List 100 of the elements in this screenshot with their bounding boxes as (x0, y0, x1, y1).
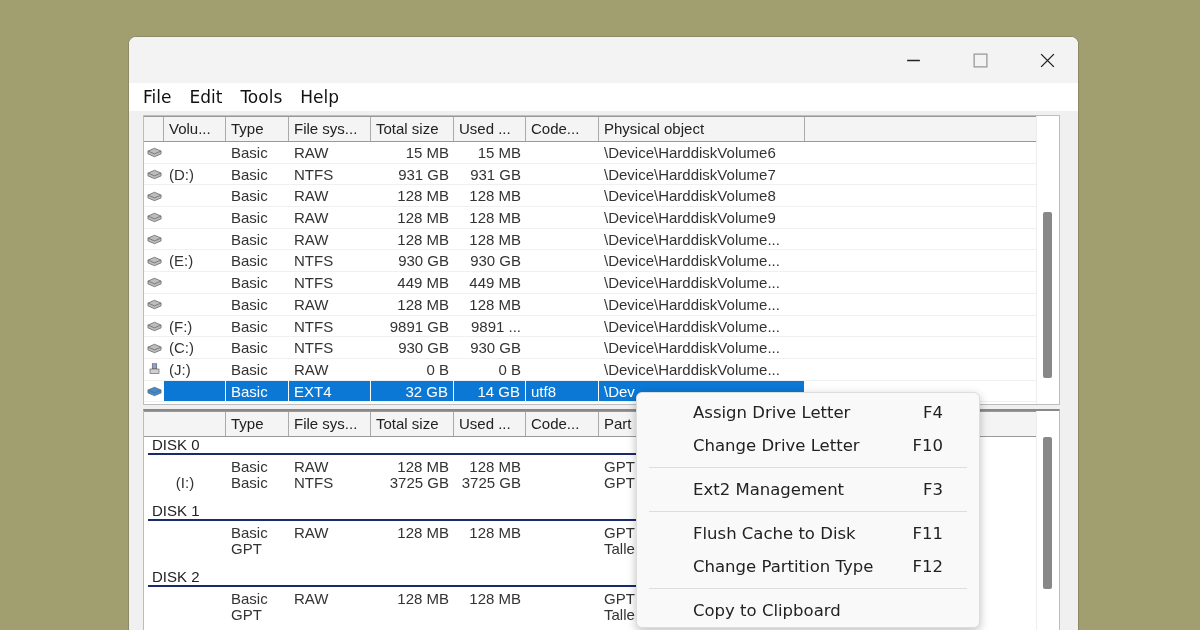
drive-icon (146, 319, 162, 332)
table-cell: RAW (294, 295, 329, 313)
volume-row[interactable]: (J:) Basic RAW 0 B 0 B \Device\HarddiskVolume... (144, 358, 1036, 381)
table-cell: 931 GB (398, 165, 449, 183)
column-header[interactable]: Used ... (454, 117, 526, 141)
table-cell: 3725 GB (461, 475, 521, 491)
column-header[interactable]: Total size (371, 117, 454, 141)
table-cell: 15 MB (477, 144, 521, 161)
usb-drive-icon (146, 363, 162, 376)
table-cell: Basic (231, 339, 268, 357)
table-cell: 128 MB (469, 459, 521, 475)
volume-row[interactable]: Basic RAW 15 MB 15 MB \Device\HarddiskVolume6 (144, 142, 1036, 164)
table-cell: Basic (231, 144, 268, 161)
table-cell: 14 GB (477, 382, 520, 400)
table-cell: \Device\HarddiskVolume7 (604, 165, 776, 183)
volume-row[interactable]: Basic NTFS 449 MB 449 MB \Device\HarddiskVolume... (144, 272, 1036, 294)
table-cell: Basic (231, 591, 268, 607)
table-cell: (I:) (175, 475, 195, 491)
menu-item[interactable]: Edit (189, 87, 239, 107)
table-cell: 3725 GB (389, 475, 449, 491)
volume-row[interactable]: (D:) Basic NTFS 931 GB 931 GB \Device\HarddiskVolume7 (144, 163, 1036, 186)
table-cell: NTFS (294, 317, 334, 335)
drive-icon (146, 276, 162, 289)
table-cell: 9891 GB (389, 317, 449, 335)
column-header[interactable]: Code... (526, 412, 599, 436)
close-icon[interactable] (1039, 51, 1056, 69)
table-cell: 128 MB (469, 591, 521, 607)
table-cell: \Dev (604, 382, 635, 400)
table-cell: Basic (231, 459, 268, 475)
table-cell: RAW (294, 360, 329, 378)
table-cell: EXT4 (294, 382, 332, 400)
table-cell: utf8 (531, 382, 557, 400)
menu-item[interactable]: Help (300, 87, 356, 107)
table-cell: 32 GB (405, 382, 448, 400)
table-cell: 128 MB (469, 209, 521, 227)
context-menu-item[interactable]: Ext2 Management F3 (637, 473, 979, 506)
table-cell: Basic (231, 295, 268, 313)
column-header[interactable]: Type (226, 412, 289, 436)
table-cell: Basic (231, 230, 268, 248)
context-menu-item[interactable]: Copy to Clipboard (637, 594, 979, 627)
table-cell: \Device\HarddiskVolume... (604, 317, 780, 335)
drive-icon (146, 189, 162, 202)
scrollbar-thumb[interactable] (1043, 212, 1052, 378)
volume-row[interactable]: (E:) Basic NTFS 930 GB 930 GB \Device\HarddiskVolume... (144, 250, 1036, 273)
table-cell: Basic (231, 360, 268, 378)
table-cell: RAW (294, 144, 329, 161)
table-cell: \Device\HarddiskVolume... (604, 252, 780, 270)
table-cell: (C:) (169, 339, 194, 357)
volume-row[interactable]: Basic RAW 128 MB 128 MB \Device\HarddiskVolume9 (144, 207, 1036, 229)
volume-row[interactable]: (C:) Basic NTFS 930 GB 930 GB \Device\HarddiskVolume... (144, 337, 1036, 359)
table-cell: \Device\HarddiskVolume9 (604, 209, 776, 227)
table-cell: RAW (294, 209, 329, 227)
drive-icon (146, 384, 162, 397)
table-cell: 128 MB (397, 230, 449, 248)
table-cell: 128 MB (397, 187, 449, 205)
column-header[interactable]: File sys... (289, 412, 371, 436)
table-cell: 128 MB (397, 591, 449, 607)
table-cell: RAW (294, 187, 329, 205)
table-cell: RAW (294, 230, 329, 248)
table-cell: 128 MB (397, 525, 449, 541)
table-cell: 128 MB (397, 295, 449, 313)
table-cell: NTFS (294, 274, 334, 292)
column-header[interactable]: Volu... (164, 117, 226, 141)
table-cell: 128 MB (469, 525, 521, 541)
table-cell: 128 MB (397, 209, 449, 227)
table-cell: GPT (231, 607, 262, 623)
table-cell: 128 MB (469, 295, 521, 313)
table-cell: 930 GB (470, 252, 521, 270)
menu-item[interactable]: File (143, 87, 188, 107)
volume-row[interactable]: Basic RAW 128 MB 128 MB \Device\HarddiskVolume... (144, 228, 1036, 251)
menu-item[interactable]: Tools (240, 87, 299, 107)
volume-row[interactable]: Basic RAW 128 MB 128 MB \Device\HarddiskVolume8 (144, 185, 1036, 208)
table-cell: 128 MB (469, 230, 521, 248)
table-cell: 128 MB (469, 187, 521, 205)
drive-icon (146, 341, 162, 354)
drive-icon (146, 298, 162, 311)
table-cell: 9891 ... (470, 317, 521, 335)
table-cell: (D:) (169, 165, 194, 183)
volume-row[interactable]: Basic RAW 128 MB 128 MB \Device\HarddiskVolume... (144, 293, 1036, 316)
column-header[interactable]: Type (226, 117, 289, 141)
table-cell: Talle (604, 541, 635, 557)
table-cell: NTFS (294, 475, 334, 491)
table-cell: (F:) (169, 317, 193, 335)
table-cell: RAW (294, 591, 329, 607)
table-cell: 15 MB (405, 144, 449, 161)
table-cell: \Device\HarddiskVolume8 (604, 187, 776, 205)
table-cell: NTFS (294, 165, 334, 183)
volume-row[interactable]: (F:) Basic NTFS 9891 GB 9891 ... \Device\HarddiskVolume... (144, 315, 1036, 338)
scrollbar-thumb[interactable] (1043, 437, 1052, 589)
table-cell: (E:) (169, 252, 194, 270)
column-header[interactable]: Physical object (599, 117, 805, 141)
table-cell: 930 GB (398, 339, 449, 357)
table-cell: (J:) (169, 360, 191, 378)
drive-icon (146, 233, 162, 246)
column-header[interactable]: Used ... (454, 412, 526, 436)
drive-icon (146, 146, 162, 159)
column-header[interactable]: Code... (526, 117, 599, 141)
column-header[interactable]: Total size (371, 412, 454, 436)
maximize-icon[interactable] (972, 51, 989, 69)
column-header[interactable]: File sys... (289, 117, 371, 141)
